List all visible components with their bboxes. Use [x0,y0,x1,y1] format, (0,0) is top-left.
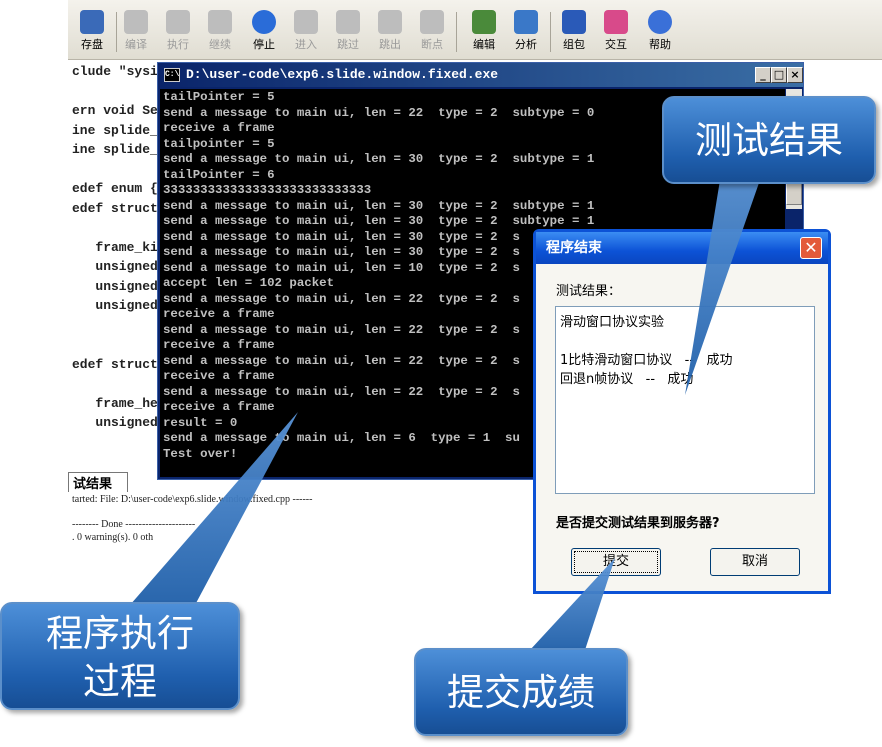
arrow-test-result [685,180,760,395]
arrow-execution [130,412,298,605]
callout-test-result: 测试结果 [662,96,876,184]
callout-execution-line2: 过程 [83,660,157,703]
callout-submit-text: 提交成绩 [447,671,595,714]
callout-execution: 程序执行 过程 [0,602,240,710]
callout-execution-line1: 程序执行 [46,612,194,655]
arrow-submit [530,558,615,650]
callout-test-result-text: 测试结果 [695,119,843,162]
callout-submit: 提交成绩 [414,648,628,736]
